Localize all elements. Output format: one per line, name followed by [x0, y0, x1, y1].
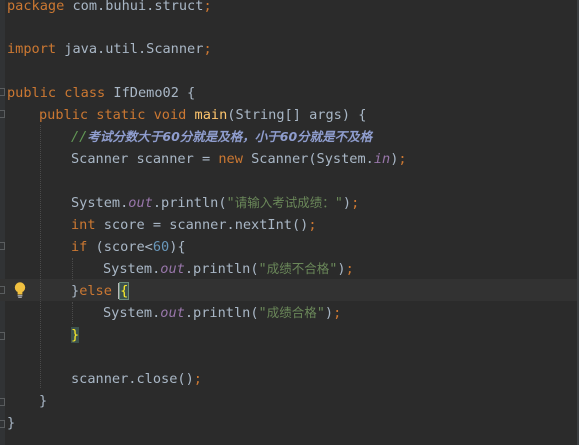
string-quote: ": [226, 195, 235, 211]
code-line-11[interactable]: int score = scanner.nextInt();: [71, 214, 317, 236]
keyword: int: [71, 217, 96, 233]
code-text: }: [71, 283, 80, 299]
code-text: ): [342, 195, 352, 211]
code-line-14[interactable]: }else {: [71, 280, 130, 302]
keyword: public class: [7, 85, 106, 101]
code-line-1[interactable]: package com.buhui.struct;: [7, 0, 212, 17]
static-field: out: [160, 261, 185, 277]
editor-gutter: [0, 0, 5, 445]
code-line-18[interactable]: scanner.close();: [71, 368, 202, 390]
code-text: System.: [71, 195, 129, 211]
code-line-13[interactable]: System.out.println("成绩不合格");: [103, 258, 354, 280]
code-line-19[interactable]: }: [39, 390, 47, 412]
keyword: public static void: [39, 107, 187, 123]
text-caret: [118, 283, 119, 299]
keyword: else: [79, 283, 112, 299]
fold-marker-icon[interactable]: [0, 398, 5, 406]
semicolon: ;: [351, 195, 360, 211]
code-line-10[interactable]: System.out.println("请输入考试成绩：");: [71, 192, 359, 214]
semicolon: ;: [345, 261, 354, 277]
indent-guide: [72, 302, 73, 324]
keyword: import: [7, 41, 57, 57]
fold-marker-icon[interactable]: [0, 88, 5, 96]
string-quote: ": [258, 305, 267, 321]
method-params: (String[] args) {: [227, 107, 367, 123]
import-path: java.util.Scanner: [56, 41, 204, 57]
string-literal: 成绩不合格: [266, 261, 330, 276]
static-field: out: [128, 195, 153, 211]
string-literal: 请输入考试成绩：: [234, 195, 335, 210]
code-text: (score<: [87, 239, 153, 255]
semicolon: ;: [308, 217, 317, 233]
code-text: .println(: [184, 261, 259, 277]
method-name: main: [194, 107, 228, 123]
comment-text: 考试分数大于60分就是及格，小于60分就是不及格: [87, 129, 373, 144]
code-text: Scanner(System.: [242, 151, 374, 167]
code-line-15[interactable]: System.out.println("成绩合格");: [103, 302, 341, 324]
code-line-8[interactable]: Scanner scanner = new Scanner(System.in)…: [71, 148, 407, 170]
code-text: ){: [169, 239, 186, 255]
fold-marker-icon[interactable]: [0, 286, 5, 294]
code-text: System.: [103, 305, 161, 321]
matched-brace: }: [71, 327, 80, 343]
code-text: Scanner scanner =: [71, 151, 219, 167]
semicolon: ;: [203, 0, 212, 14]
semicolon: ;: [203, 41, 212, 57]
code-text: ): [324, 305, 334, 321]
code-line-3[interactable]: import java.util.Scanner;: [7, 38, 212, 60]
code-text: ): [337, 261, 346, 277]
indent-guide: [72, 258, 73, 280]
code-line-20[interactable]: }: [7, 412, 15, 434]
string-quote: ": [258, 261, 267, 277]
keyword: new: [218, 151, 243, 167]
semicolon: ;: [333, 305, 342, 321]
package-name: com.buhui.struct: [64, 0, 204, 14]
code-line-12[interactable]: if (score<60){: [71, 236, 186, 258]
indent-guide: [40, 125, 41, 388]
code-line-5[interactable]: public class IfDemo02 {: [7, 82, 195, 104]
code-editor[interactable]: package com.buhui.struct; import java.ut…: [0, 0, 579, 445]
lightbulb-icon[interactable]: [13, 281, 27, 299]
code-text: score = scanner.nextInt(): [95, 217, 309, 233]
static-field: out: [160, 305, 185, 321]
string-quote: ": [316, 305, 325, 321]
class-declaration: IfDemo02 {: [105, 85, 196, 101]
code-text: .println(: [152, 195, 227, 211]
keyword: if: [71, 239, 88, 255]
code-text: }: [39, 393, 48, 409]
code-text: .println(: [184, 305, 259, 321]
semicolon: ;: [398, 151, 407, 167]
number-literal: 60: [152, 239, 170, 255]
string-literal: 成绩合格: [266, 305, 317, 320]
code-text: scanner.close(): [71, 371, 194, 387]
fold-marker-icon[interactable]: [0, 242, 5, 250]
semicolon: ;: [193, 371, 202, 387]
static-field: in: [373, 151, 391, 167]
code-text: }: [7, 415, 16, 431]
fold-marker-icon[interactable]: [0, 420, 5, 428]
comment-prefix: //: [71, 129, 88, 145]
fold-marker-icon[interactable]: [0, 332, 5, 340]
fold-marker-icon[interactable]: [0, 110, 5, 118]
code-line-6[interactable]: public static void main(String[] args) {: [39, 104, 366, 126]
code-line-16[interactable]: }: [71, 324, 80, 346]
string-quote: ": [334, 195, 343, 211]
keyword: package: [7, 0, 65, 14]
matched-brace: {: [119, 282, 130, 300]
code-line-7[interactable]: //考试分数大于60分就是及格，小于60分就是不及格: [71, 126, 372, 148]
code-text: System.: [103, 261, 161, 277]
